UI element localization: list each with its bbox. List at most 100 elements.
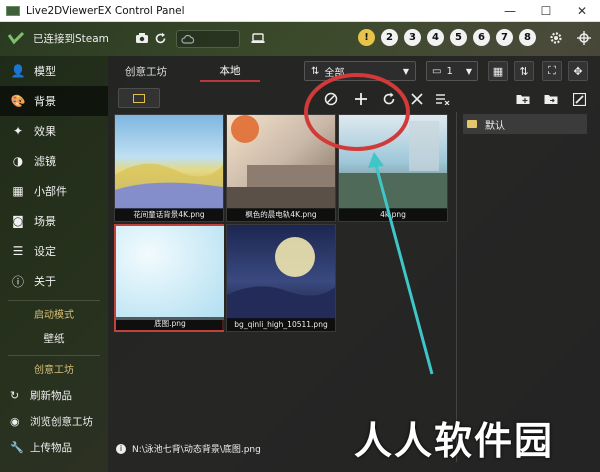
sidebar-item-widgets[interactable]: ▦ 小部件 bbox=[0, 176, 108, 206]
grid-icon: ▦ bbox=[492, 64, 504, 78]
app-icon bbox=[6, 5, 20, 16]
crosshair-icon[interactable] bbox=[576, 30, 592, 46]
refresh-items-button[interactable]: ↻ 刷新物品 bbox=[0, 382, 108, 408]
sparkle-icon: ✦ bbox=[12, 124, 24, 138]
slot-6[interactable]: 6 bbox=[473, 29, 490, 46]
wrench-icon: 🔧 bbox=[10, 440, 24, 454]
background-card[interactable]: 枫色的晨电轨4K.png bbox=[226, 114, 336, 222]
sidebar-item-about[interactable]: ⓘ 关于 bbox=[0, 266, 108, 296]
add-folder-icon[interactable] bbox=[514, 90, 532, 108]
info-icon: ⓘ bbox=[11, 274, 24, 289]
move-button[interactable]: ✥ bbox=[568, 61, 588, 81]
sidebar-item-label: 场景 bbox=[34, 215, 56, 228]
clear-list-icon[interactable] bbox=[434, 90, 452, 108]
card-caption: 4k.png bbox=[339, 208, 447, 221]
status-bar: i N:\泳池七背\动态背景\底图.png bbox=[116, 442, 261, 455]
play-icon bbox=[133, 93, 145, 103]
sliders-icon: ☰ bbox=[12, 244, 24, 258]
status-path: N:\泳池七背\动态背景\底图.png bbox=[132, 445, 261, 455]
sidebar-item-background[interactable]: 🎨 背景 bbox=[0, 86, 108, 116]
device-icon[interactable] bbox=[250, 30, 266, 46]
monitor-value: 1 bbox=[446, 65, 453, 77]
sidebar-item-label: 模型 bbox=[34, 65, 56, 78]
window-title: Live2DViewerEX Control Panel bbox=[26, 4, 185, 17]
reload-icon[interactable] bbox=[380, 90, 398, 108]
background-card[interactable]: 底图.png bbox=[114, 224, 224, 332]
thumbnail-flower-field bbox=[115, 115, 223, 209]
sidebar-divider bbox=[8, 300, 100, 301]
sidebar-item-label: 小部件 bbox=[34, 185, 67, 198]
slot-1[interactable]: ! bbox=[358, 29, 375, 46]
sidebar-divider bbox=[8, 355, 100, 356]
browse-workshop-label: 浏览创意工坊 bbox=[30, 415, 93, 428]
workshop-section-label: 创意工坊 bbox=[34, 365, 74, 376]
sidebar-item-settings[interactable]: ☰ 设定 bbox=[0, 236, 108, 266]
close-button[interactable]: ✕ bbox=[564, 0, 600, 22]
chevron-down-icon: ▼ bbox=[465, 66, 472, 76]
sidebar-item-effects[interactable]: ✦ 效果 bbox=[0, 116, 108, 146]
tab-workshop[interactable]: 创意工坊 bbox=[116, 60, 176, 82]
sidebar-item-label: 滤镜 bbox=[34, 155, 56, 168]
startup-mode-value[interactable]: 壁纸 bbox=[0, 327, 108, 351]
browse-workshop-button[interactable]: ◉ 浏览创意工坊 bbox=[0, 408, 108, 434]
background-card[interactable]: 花间童话背景4K.png bbox=[114, 114, 224, 222]
close-icon[interactable] bbox=[408, 90, 426, 108]
person-icon: 👤 bbox=[10, 64, 26, 78]
tab-local[interactable]: 本地 bbox=[200, 60, 260, 82]
monitor-select[interactable]: ▭ 1 ▼ bbox=[426, 61, 478, 81]
cloud-sync-field[interactable] bbox=[176, 30, 240, 48]
connection-status: 已连接到Steam bbox=[33, 33, 109, 45]
grid-view-button[interactable]: ▦ bbox=[488, 61, 508, 81]
sidebar-item-scenes[interactable]: ◙ 场景 bbox=[0, 206, 108, 236]
sidebar-item-model[interactable]: 👤 模型 bbox=[0, 56, 108, 86]
sidebar-item-filters[interactable]: ◑ 滤镜 bbox=[0, 146, 108, 176]
slot-3[interactable]: 3 bbox=[404, 29, 421, 46]
leaf-logo-icon bbox=[8, 31, 24, 45]
startup-mode-label: 启动模式 bbox=[34, 310, 74, 321]
slot-selector: ! 2 3 4 5 6 7 8 bbox=[358, 29, 536, 46]
camera-icon: ◙ bbox=[12, 214, 24, 228]
maximize-button[interactable]: ☐ bbox=[528, 0, 564, 22]
card-caption: 枫色的晨电轨4K.png bbox=[227, 208, 335, 221]
category-filter-select[interactable]: ⇅ 全部 ▼ bbox=[304, 61, 416, 81]
settings-gear-icon[interactable] bbox=[548, 30, 564, 46]
sort-button[interactable]: ⇅ bbox=[514, 61, 534, 81]
contrast-icon: ◑ bbox=[12, 154, 24, 168]
add-icon[interactable] bbox=[352, 90, 370, 108]
sidebar-item-label: 关于 bbox=[34, 275, 56, 288]
sidebar: 👤 模型 🎨 背景 ✦ 效果 ◑ 滤镜 ▦ 小部件 ◙ 场景 ☰ 设定 ⓘ 关于… bbox=[0, 56, 108, 472]
play-preview-button[interactable] bbox=[118, 88, 160, 108]
folder-item-default[interactable]: 默认 bbox=[463, 114, 587, 134]
folder-move-icon[interactable] bbox=[542, 90, 560, 108]
chevron-down-icon: ▼ bbox=[402, 66, 409, 76]
tab-bar: 创意工坊 本地 bbox=[116, 60, 260, 82]
move-icon: ✥ bbox=[573, 64, 583, 78]
fullscreen-icon: ⛶ bbox=[548, 64, 556, 77]
fullscreen-button[interactable]: ⛶ bbox=[542, 61, 562, 81]
sidebar-item-label: 效果 bbox=[34, 125, 56, 138]
background-card[interactable]: 4k.png bbox=[338, 114, 448, 222]
upload-item-label: 上传物品 bbox=[30, 441, 72, 454]
folder-label: 默认 bbox=[485, 120, 505, 132]
camera-icon[interactable] bbox=[134, 30, 150, 46]
edit-icon[interactable] bbox=[570, 90, 588, 108]
slot-5[interactable]: 5 bbox=[450, 29, 467, 46]
sort-icon: ⇅ bbox=[519, 64, 529, 78]
refresh-icon[interactable] bbox=[152, 30, 168, 46]
thumbnail-maple-train bbox=[227, 115, 335, 209]
upload-item-button[interactable]: 🔧 上传物品 bbox=[0, 434, 108, 460]
eye-icon: ◉ bbox=[10, 414, 20, 428]
refresh-icon: ↻ bbox=[10, 388, 20, 402]
thumbnail-night-moon bbox=[227, 225, 335, 319]
refresh-items-label: 刷新物品 bbox=[30, 389, 72, 402]
thumbnail-base-image bbox=[116, 226, 224, 320]
slot-2[interactable]: 2 bbox=[381, 29, 398, 46]
card-caption: bg_qinli_high_10511.png bbox=[227, 318, 335, 331]
slot-8[interactable]: 8 bbox=[519, 29, 536, 46]
disable-icon[interactable] bbox=[322, 90, 340, 108]
background-card[interactable]: bg_qinli_high_10511.png bbox=[226, 224, 336, 332]
slot-7[interactable]: 7 bbox=[496, 29, 513, 46]
folder-icon bbox=[467, 120, 477, 128]
slot-4[interactable]: 4 bbox=[427, 29, 444, 46]
minimize-button[interactable]: — bbox=[492, 0, 528, 22]
